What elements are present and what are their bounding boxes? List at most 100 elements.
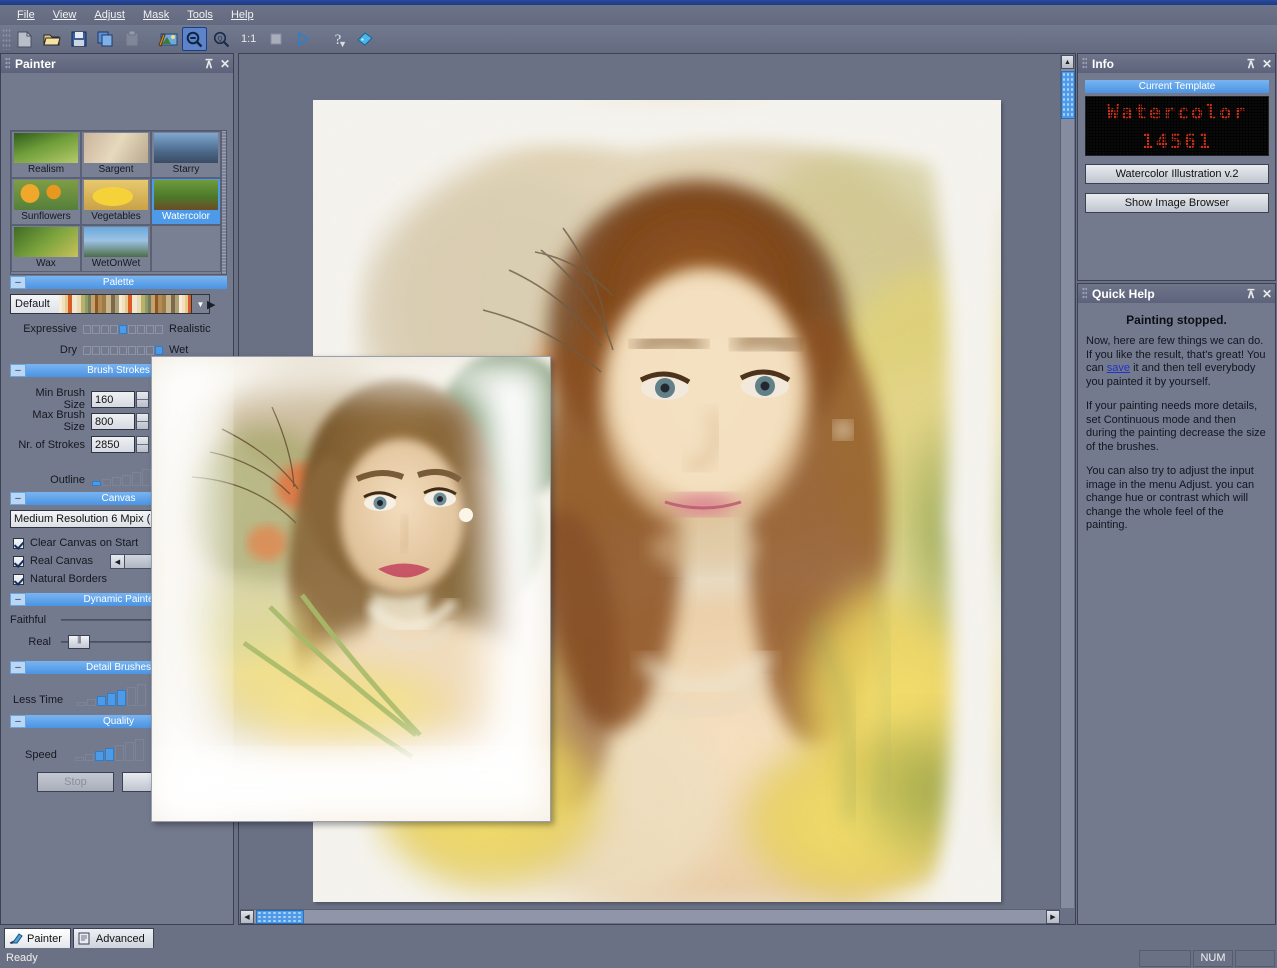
template-wetonwet[interactable]: WetOnWet: [81, 225, 151, 272]
template-wax[interactable]: Wax: [11, 225, 81, 272]
menu-view[interactable]: View: [44, 7, 86, 23]
natural-borders-row[interactable]: Natural Borders: [13, 573, 107, 585]
collapse-icon[interactable]: –: [10, 492, 26, 505]
tick[interactable]: [146, 325, 154, 334]
painter-toggle-button[interactable]: [352, 27, 377, 51]
menu-mask[interactable]: Mask: [134, 7, 178, 23]
nr-of-strokes-spinner[interactable]: [136, 436, 149, 453]
stair[interactable]: [115, 745, 124, 761]
stair[interactable]: [77, 702, 86, 706]
min-brush-size-input[interactable]: 160: [91, 391, 135, 408]
show-image-browser-button[interactable]: Show Image Browser: [1085, 193, 1269, 213]
stair-on[interactable]: [105, 748, 114, 761]
paste-button[interactable]: [120, 27, 145, 51]
dry-wet-ticks[interactable]: [83, 346, 163, 355]
source-image-preview-window[interactable]: [151, 356, 551, 822]
tick[interactable]: [128, 325, 136, 334]
pin-icon[interactable]: ⊼: [201, 57, 217, 71]
tab-painter[interactable]: Painter: [4, 928, 71, 948]
collapse-icon[interactable]: –: [10, 593, 26, 606]
menu-file[interactable]: File: [8, 7, 44, 23]
tick[interactable]: [119, 346, 127, 355]
stop-painting-button[interactable]: [263, 27, 288, 51]
stair[interactable]: [102, 479, 111, 486]
tick-selected[interactable]: [155, 346, 163, 355]
close-icon[interactable]: ✕: [1259, 57, 1275, 71]
stair[interactable]: [135, 739, 144, 761]
tick[interactable]: [101, 325, 109, 334]
max-brush-size-spinner[interactable]: [136, 413, 149, 430]
collapse-icon[interactable]: –: [10, 364, 26, 377]
tick[interactable]: [146, 346, 154, 355]
zoom-out-button[interactable]: [182, 27, 207, 51]
close-icon[interactable]: ✕: [1259, 287, 1275, 301]
zoom-region-button[interactable]: Q: [209, 27, 234, 51]
panel-grip-icon[interactable]: [5, 57, 10, 70]
scroll-left-arrow[interactable]: ◀: [240, 910, 254, 924]
template-starry[interactable]: Starry: [151, 131, 221, 178]
tick-selected[interactable]: [119, 325, 127, 334]
stair-on[interactable]: [97, 696, 106, 706]
canvas-vertical-scrollbar[interactable]: ▲: [1060, 55, 1074, 908]
template-gallery-scrollbar[interactable]: [221, 131, 226, 274]
template-realism[interactable]: Realism: [11, 131, 81, 178]
menu-help[interactable]: Help: [222, 7, 263, 23]
template-vegetables[interactable]: Vegetables: [81, 178, 151, 225]
pin-icon[interactable]: ⊼: [1243, 57, 1259, 71]
new-file-button[interactable]: [12, 27, 37, 51]
less-time-stairs[interactable]: [77, 684, 146, 706]
collapse-icon[interactable]: –: [10, 276, 26, 289]
save-button[interactable]: [66, 27, 91, 51]
stair-on[interactable]: [95, 751, 104, 761]
stair[interactable]: [112, 477, 121, 486]
stair[interactable]: [125, 742, 134, 761]
horizontal-scroll-thumb[interactable]: [256, 910, 304, 924]
menu-tools[interactable]: Tools: [178, 7, 222, 23]
stair[interactable]: [142, 469, 151, 486]
scroll-up-arrow[interactable]: ▲: [1061, 55, 1074, 69]
tick[interactable]: [137, 346, 145, 355]
chevron-left-icon[interactable]: ◀: [111, 555, 125, 568]
outline-stairs[interactable]: [92, 469, 151, 486]
tab-advanced[interactable]: Advanced: [73, 928, 154, 948]
vertical-scroll-thumb[interactable]: [1061, 71, 1075, 119]
stair[interactable]: [132, 472, 141, 486]
expressive-ticks[interactable]: [83, 325, 163, 334]
input-image-button[interactable]: [155, 27, 180, 51]
tick[interactable]: [110, 325, 118, 334]
pin-icon[interactable]: ⊼: [1243, 287, 1259, 301]
stair[interactable]: [127, 687, 136, 706]
scroll-right-arrow[interactable]: ▶: [1046, 910, 1060, 924]
section-palette[interactable]: – Palette: [10, 276, 227, 289]
toolbar-grip[interactable]: [2, 28, 11, 50]
stair-on[interactable]: [92, 481, 101, 486]
clear-canvas-checkbox[interactable]: [13, 538, 24, 549]
speed-stairs[interactable]: [75, 739, 144, 761]
panel-grip-icon[interactable]: [1082, 57, 1087, 70]
real-canvas-checkbox[interactable]: [13, 556, 24, 567]
template-sunflowers[interactable]: Sunflowers: [11, 178, 81, 225]
stair[interactable]: [75, 757, 84, 761]
template-gallery[interactable]: Realism Sargent Starry Sunflowers Vegeta…: [10, 130, 227, 275]
min-brush-size-spinner[interactable]: [136, 391, 149, 408]
max-brush-size-input[interactable]: 800: [91, 413, 135, 430]
toolbar-overflow-icon[interactable]: ▼: [338, 39, 347, 49]
panel-grip-icon[interactable]: [1082, 287, 1087, 300]
copy-button[interactable]: [93, 27, 118, 51]
stair[interactable]: [87, 699, 96, 706]
collapse-icon[interactable]: –: [10, 715, 26, 728]
natural-borders-checkbox[interactable]: [13, 574, 24, 585]
stair[interactable]: [85, 754, 94, 761]
collapse-icon[interactable]: –: [10, 661, 26, 674]
close-icon[interactable]: ✕: [217, 57, 233, 71]
template-sargent[interactable]: Sargent: [81, 131, 151, 178]
expressive-realistic-slider[interactable]: Expressive Realistic: [15, 323, 231, 335]
stair[interactable]: [137, 684, 146, 706]
palette-next-arrow-icon[interactable]: ▶: [207, 298, 215, 311]
tick[interactable]: [128, 346, 136, 355]
tick[interactable]: [137, 325, 145, 334]
clear-canvas-row[interactable]: Clear Canvas on Start: [13, 537, 138, 549]
dry-wet-slider[interactable]: Dry Wet: [15, 344, 231, 356]
tick[interactable]: [155, 325, 163, 334]
slider-handle[interactable]: [68, 635, 90, 649]
